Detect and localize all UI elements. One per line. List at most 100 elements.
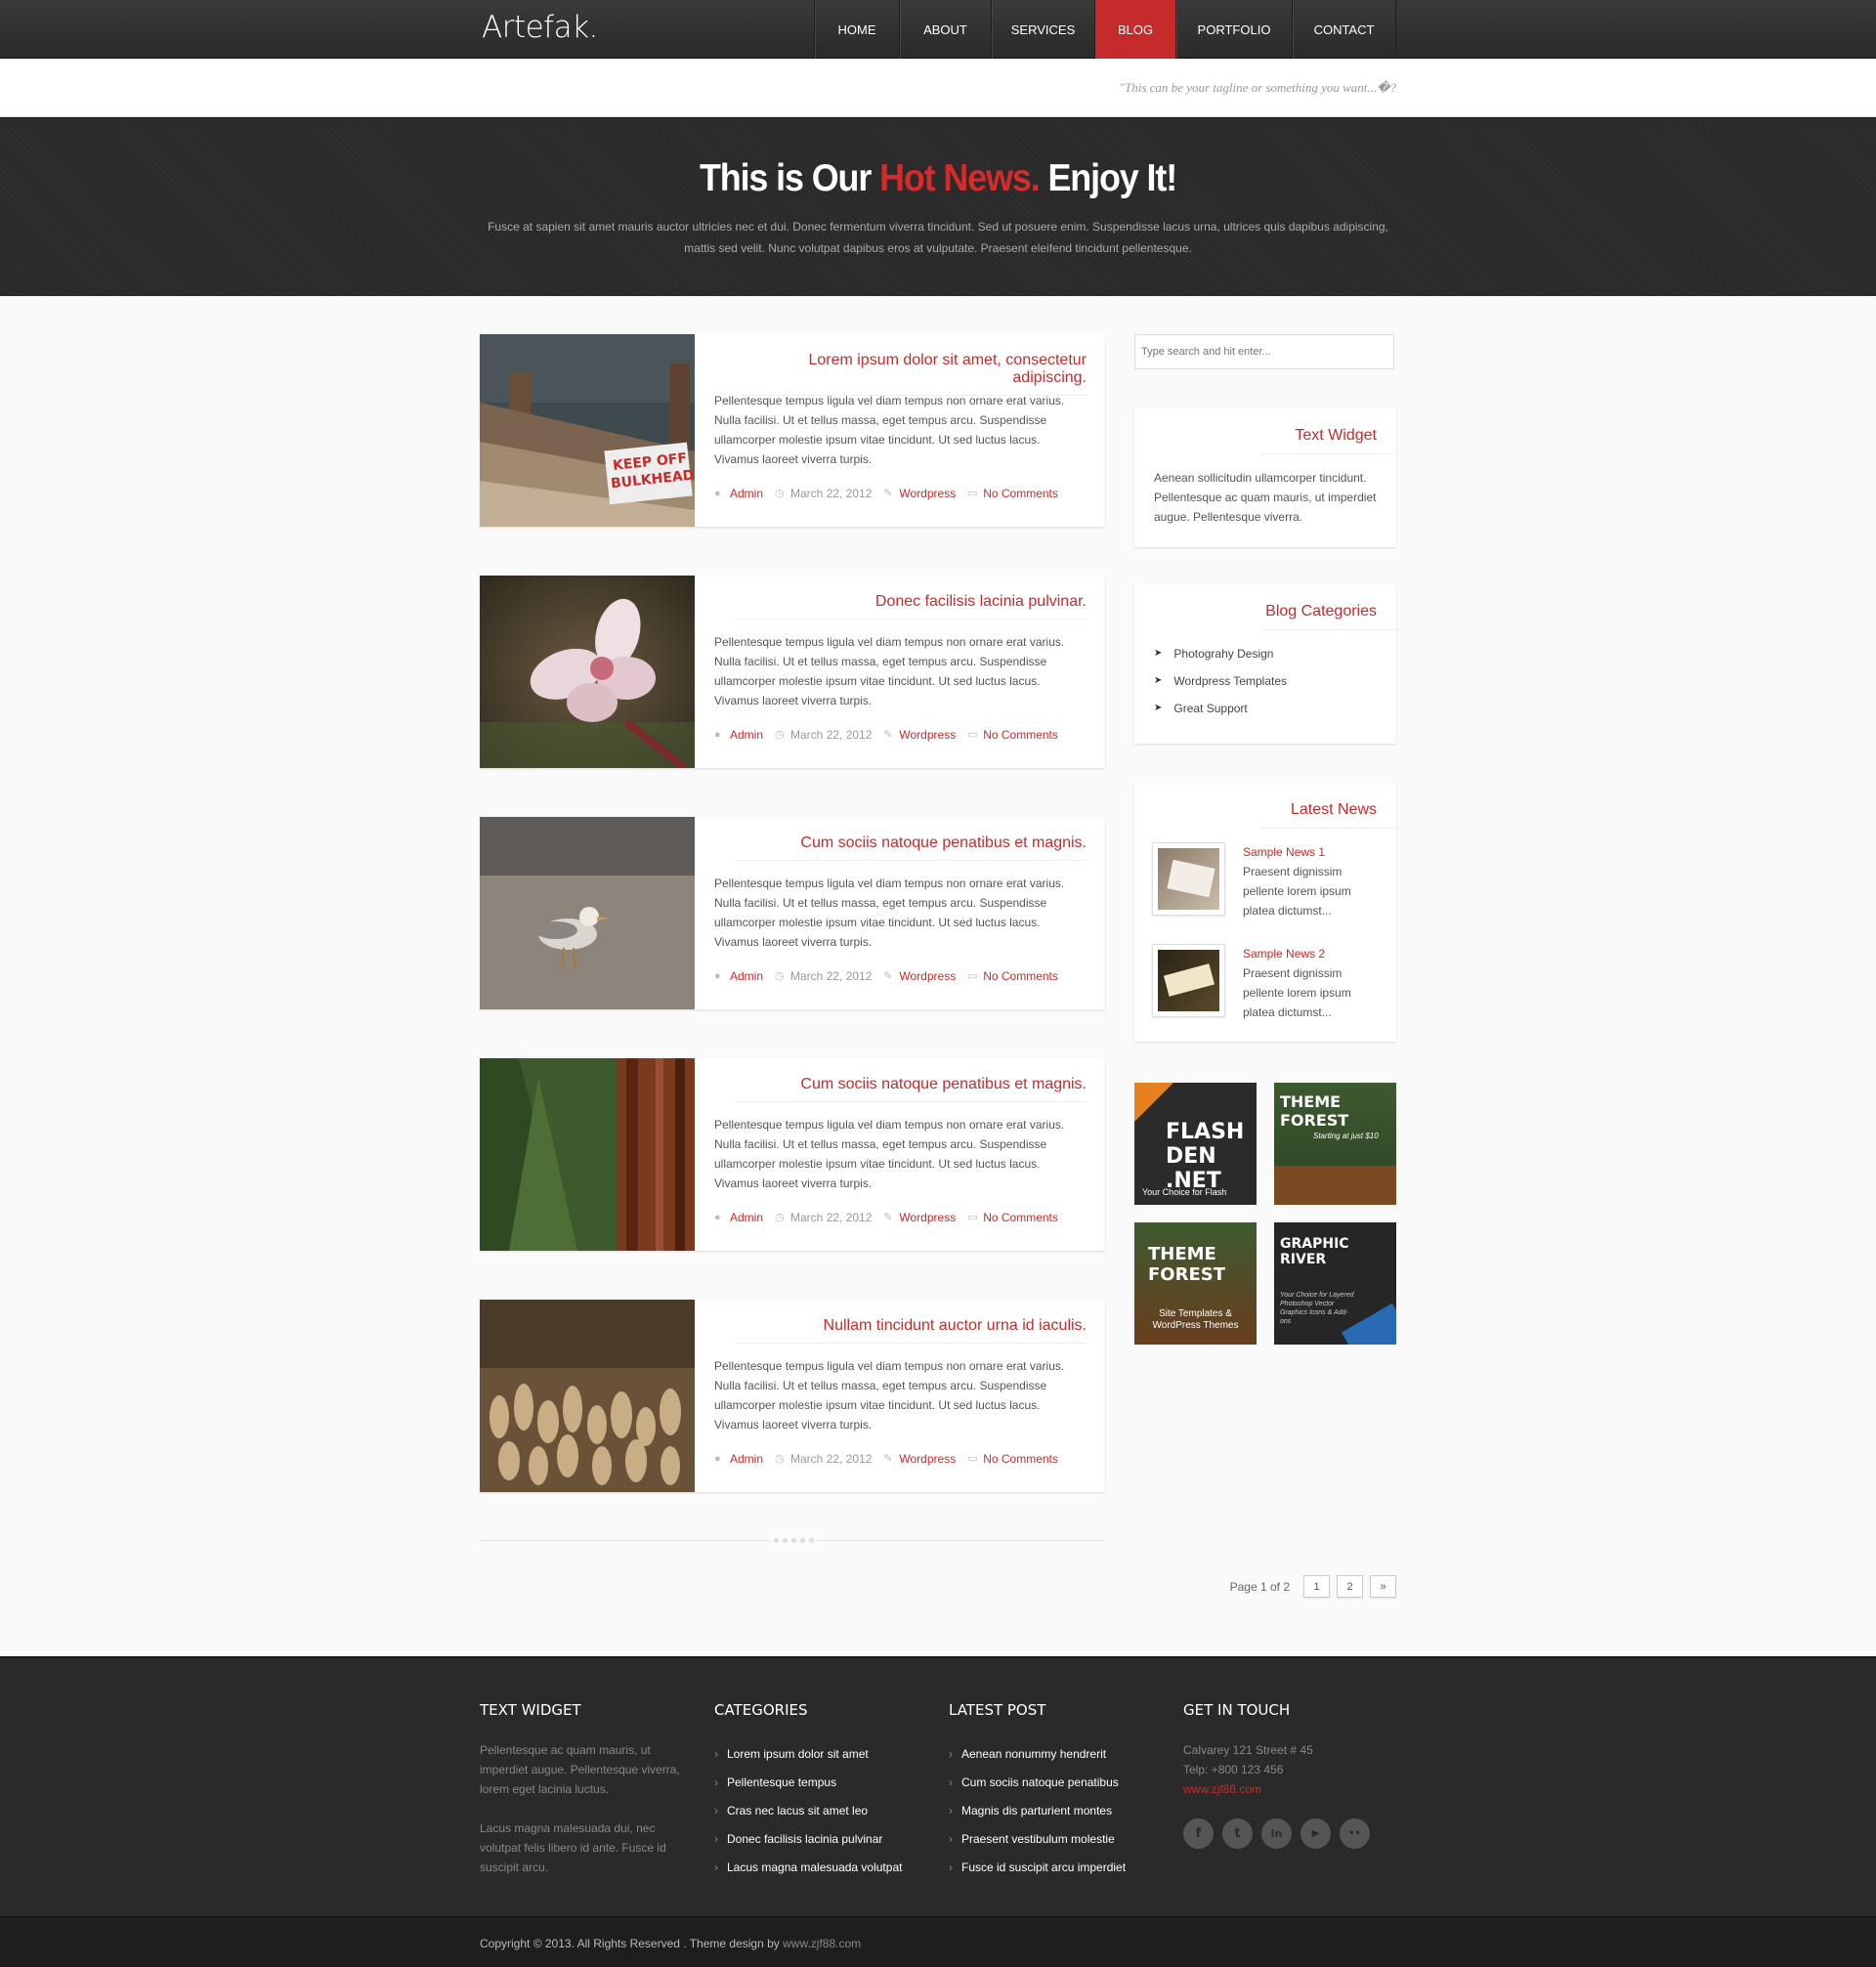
post-author[interactable]: Admin	[730, 1452, 763, 1466]
post-image[interactable]: KEEP OFF BULKHEAD	[480, 334, 695, 527]
post-excerpt: Pellentesque tempus ligula vel diam temp…	[714, 877, 1065, 949]
chevron-right-icon: ›	[949, 1775, 953, 1789]
footer-link[interactable]: › Pellentesque tempus	[714, 1769, 929, 1797]
hero-title-end: Enjoy It!	[1047, 157, 1177, 199]
post-meta: ● Admin ◷ March 22, 2012 ✎ Wordpress ▭ No Co…	[714, 487, 1058, 500]
news-desc: Praesent dignissim pellente lorem ipsum …	[1243, 966, 1351, 1019]
nav-contact[interactable]: CONTACT	[1292, 0, 1396, 59]
nav-home[interactable]: HOME	[814, 0, 899, 59]
ad-caption: Site Templates & WordPress Themes	[1152, 1308, 1239, 1331]
contact-website[interactable]: www.zjf88.com	[1183, 1782, 1261, 1796]
site-logo[interactable]: Artefak.	[482, 10, 598, 45]
ad-graphicriver[interactable]: GRAPHIC RIVER Your Choice for Layered Ph…	[1274, 1222, 1396, 1345]
nav-blog[interactable]: BLOG	[1094, 0, 1175, 59]
post-category[interactable]: Wordpress	[899, 969, 956, 983]
post-image[interactable]	[480, 1058, 695, 1251]
ad-name: FLASH DEN .NET	[1166, 1120, 1245, 1193]
post-comments[interactable]: No Comments	[983, 1211, 1058, 1224]
footer-link[interactable]: › Fusce id suscipit arcu imperdiet	[949, 1854, 1164, 1882]
top-header: Artefak. HOME ABOUT SERVICES BLOG PORTFO…	[0, 0, 1876, 59]
user-icon: ●	[714, 969, 721, 982]
footer-link[interactable]: › Aenean nonummy hendrerit	[949, 1740, 1164, 1769]
footer-link[interactable]: › Magnis dis parturient montes	[949, 1797, 1164, 1825]
post-title[interactable]: Nullam tincidunt auctor urna id iaculis.	[735, 1317, 1087, 1344]
post-comments[interactable]: No Comments	[983, 728, 1058, 742]
search-input[interactable]	[1134, 334, 1394, 369]
hero-text: Fusce at sapien sit amet mauris auctor u…	[488, 220, 1388, 255]
twitter-icon[interactable]: t	[1222, 1818, 1253, 1849]
ad-themeforest-1[interactable]: THEME FOREST Starting at just $10	[1274, 1083, 1396, 1205]
flickr-icon[interactable]: ••	[1340, 1818, 1370, 1849]
pin-icon: ✎	[883, 487, 893, 499]
post-meta: ● Admin ◷ March 22, 2012 ✎ Wordpress ▭ No Co…	[714, 728, 1058, 742]
post-author[interactable]: Admin	[730, 728, 763, 742]
ad-caption: Starting at just $10	[1313, 1132, 1379, 1140]
footer: TEXT WIDGET Pellentesque ac quam mauris,…	[0, 1656, 1876, 1916]
news-title[interactable]: Sample News 2	[1243, 944, 1360, 963]
widget-text: Aenean sollicitudin ullamcorper tincidun…	[1154, 471, 1377, 524]
category-label: Wordpress Templates	[1173, 674, 1287, 688]
category-item[interactable]: ➤ Wordpress Templates	[1154, 667, 1377, 695]
linkedin-icon[interactable]: in	[1261, 1818, 1292, 1849]
ad-themeforest-2[interactable]: THEME FOREST Site Templates & WordPress …	[1134, 1222, 1257, 1345]
comment-icon: ▭	[967, 728, 978, 741]
post-comments[interactable]: No Comments	[983, 487, 1058, 500]
footer-link[interactable]: › Cras nec lacus sit amet leo	[714, 1797, 929, 1825]
news-item[interactable]: Sample News 2 Praesent dignissim pellent…	[1134, 930, 1396, 1032]
news-item[interactable]: Sample News 1 Praesent dignissim pellent…	[1134, 829, 1396, 930]
ad-name: THEME FOREST	[1280, 1092, 1349, 1130]
chevron-right-icon: ›	[714, 1747, 718, 1761]
youtube-icon[interactable]: ▶	[1300, 1818, 1331, 1849]
chevron-right-icon: ›	[714, 1775, 718, 1789]
post-category[interactable]: Wordpress	[899, 728, 956, 742]
category-item[interactable]: ➤ Photograhy Design	[1154, 640, 1377, 667]
footer-link[interactable]: › Donec facilisis lacinia pulvinar	[714, 1825, 929, 1854]
tagline-bar: "This can be your tagline or something y…	[0, 59, 1876, 117]
nav-portfolio[interactable]: PORTFOLIO	[1175, 0, 1292, 59]
page-1-button[interactable]: 1	[1303, 1575, 1330, 1598]
post-image[interactable]	[480, 817, 695, 1009]
post-author[interactable]: Admin	[730, 969, 763, 983]
clock-icon: ◷	[775, 969, 785, 982]
post-category[interactable]: Wordpress	[899, 487, 956, 500]
footer-link[interactable]: › Cum sociis natoque penatibus	[949, 1769, 1164, 1797]
arrow-icon: ➤	[1154, 648, 1163, 659]
footer-link[interactable]: › Praesent vestibulum molestie	[949, 1825, 1164, 1854]
footer-link[interactable]: › Lacus magna malesuada volutpat	[714, 1854, 929, 1882]
blog-post: Donec facilisis lacinia pulvinar. Pellen…	[480, 576, 1105, 768]
post-title[interactable]: Lorem ipsum dolor sit amet, consectetur …	[735, 352, 1087, 396]
facebook-icon[interactable]: f	[1183, 1818, 1214, 1849]
next-page-button[interactable]: »	[1370, 1575, 1396, 1598]
footer-link[interactable]: › Lorem ipsum dolor sit amet	[714, 1740, 929, 1769]
page-2-button[interactable]: 2	[1337, 1575, 1363, 1598]
copyright-text: Copyright © 2013. All Rights Reserved . …	[480, 1937, 780, 1950]
nav-about[interactable]: ABOUT	[899, 0, 991, 59]
post-comments[interactable]: No Comments	[983, 969, 1058, 983]
post-date: March 22, 2012	[790, 487, 873, 500]
post-image[interactable]	[480, 576, 695, 768]
post-title[interactable]: Donec facilisis lacinia pulvinar.	[735, 593, 1087, 620]
category-item[interactable]: ➤ Great Support	[1154, 695, 1377, 722]
news-title[interactable]: Sample News 1	[1243, 842, 1360, 862]
ad-flashden[interactable]: FLASH DEN .NET Your Choice for Flash	[1134, 1083, 1257, 1205]
post-date: March 22, 2012	[790, 969, 873, 983]
arrow-icon: ➤	[1154, 703, 1163, 713]
footer-link-label: Cum sociis natoque penatibus	[961, 1775, 1119, 1789]
post-comments[interactable]: No Comments	[983, 1452, 1058, 1466]
divider-dots	[770, 1535, 817, 1545]
chevron-right-icon: ›	[949, 1804, 953, 1817]
credit-link[interactable]: www.zjf88.com	[783, 1937, 861, 1950]
post-image[interactable]	[480, 1300, 695, 1492]
post-title[interactable]: Cum sociis natoque penatibus et magnis.	[735, 1076, 1087, 1102]
post-category[interactable]: Wordpress	[899, 1211, 956, 1224]
post-author[interactable]: Admin	[730, 487, 763, 500]
ad-caption: Your Choice for Layered Photoshop Vector…	[1280, 1292, 1354, 1325]
nav-services[interactable]: SERVICES	[991, 0, 1094, 59]
post-category[interactable]: Wordpress	[899, 1452, 956, 1466]
post-author[interactable]: Admin	[730, 1211, 763, 1224]
news-thumbnail[interactable]	[1152, 944, 1225, 1017]
post-title[interactable]: Cum sociis natoque penatibus et magnis.	[735, 834, 1087, 861]
pagination: Page 1 of 2 1 2 »	[1230, 1575, 1396, 1598]
news-thumbnail[interactable]	[1152, 842, 1225, 916]
arrow-icon: ➤	[1154, 675, 1163, 686]
